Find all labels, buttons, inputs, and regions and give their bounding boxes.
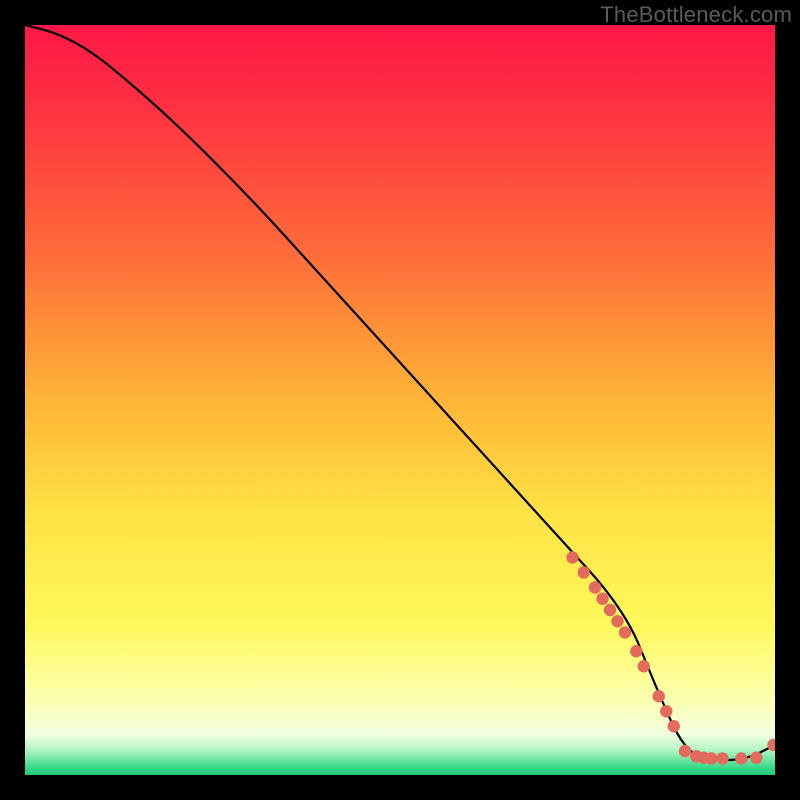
marker-dot [566,551,578,563]
marker-dot [638,660,650,672]
chart-container: TheBottleneck.com [0,0,800,800]
marker-dot [596,593,608,605]
marker-dot [735,752,747,764]
marker-dot [611,615,623,627]
marker-dot [653,690,665,702]
marker-dot [716,752,728,764]
marker-dot [750,752,762,764]
curve-path [25,25,775,760]
plot-area [25,25,775,775]
marker-dot [619,626,631,638]
marker-dot [589,581,601,593]
curve-markers [566,551,775,764]
marker-dot [679,745,691,757]
chart-curve [25,25,775,775]
marker-dot [578,566,590,578]
marker-dot [630,645,642,657]
marker-dot [705,752,717,764]
marker-dot [668,720,680,732]
marker-dot [660,705,672,717]
marker-dot [604,604,616,616]
